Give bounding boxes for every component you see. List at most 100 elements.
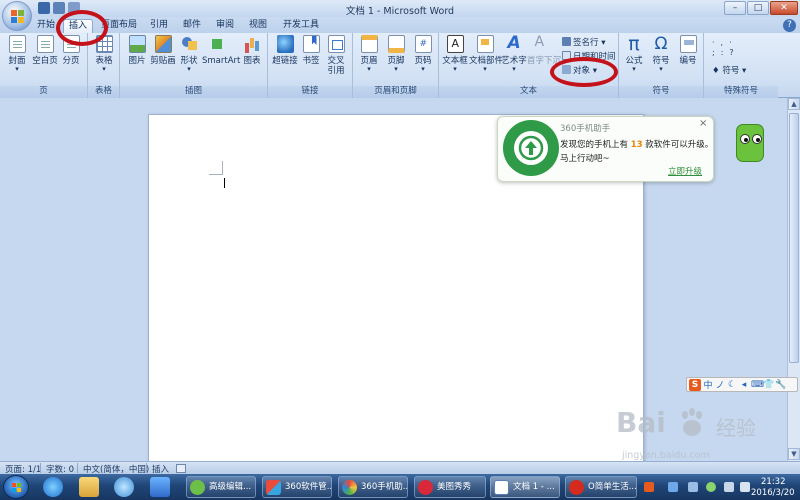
tab-mailings[interactable]: 邮件	[180, 19, 204, 33]
drop-cap-button[interactable]: 首字下沉	[527, 34, 561, 66]
equation-button[interactable]: π 公式 ▾	[621, 35, 647, 73]
minimize-button[interactable]: –	[724, 1, 746, 15]
blank-page-button[interactable]: 空白页	[31, 35, 59, 66]
status-separator	[40, 463, 41, 473]
task-label: 美图秀秀	[437, 482, 472, 492]
shapes-icon	[181, 35, 198, 53]
arrow-up-icon	[518, 135, 544, 161]
status-bar: 页面: 1/1 字数: 0 中文(简体，中国) 插入	[0, 461, 800, 475]
special-symbol-grid-icon[interactable]: ·,·;:?	[712, 38, 740, 58]
start-button[interactable]	[3, 475, 29, 499]
window-title: 文档 1 - Microsoft Word	[345, 6, 455, 17]
baidu-cloud-icon[interactable]	[150, 477, 170, 497]
tab-review[interactable]: 审阅	[213, 19, 237, 33]
ie-icon[interactable]	[43, 477, 63, 497]
ime-punctuation-icon[interactable]: ノ	[715, 378, 725, 391]
ime-chinese-mode[interactable]: 中	[703, 378, 713, 391]
task-simple-life[interactable]: O简单生活...	[565, 476, 637, 498]
smartart-icon	[212, 35, 229, 53]
cover-page-button[interactable]: 封面 ▾	[4, 35, 30, 73]
wordart-button[interactable]: 艺术字▾	[501, 33, 527, 73]
maximize-button[interactable]: □	[747, 1, 769, 15]
help-icon[interactable]: ?	[783, 19, 796, 32]
special-symbol-button[interactable]: ♦ 符号 ▾	[712, 65, 746, 77]
blank-page-icon	[36, 35, 54, 53]
task-advanced-edit[interactable]: 高级编辑...	[186, 476, 256, 498]
watermark-url: jingyan.baidu.com	[622, 450, 710, 461]
office-button[interactable]	[2, 1, 32, 31]
tray-volume-icon[interactable]	[724, 482, 734, 492]
status-separator	[77, 463, 78, 473]
update-count: 13	[630, 140, 643, 150]
symbol-button[interactable]: Ω 符号 ▾	[648, 35, 674, 73]
cross-reference-button[interactable]: 交叉 引用	[324, 35, 348, 76]
ime-voice-icon[interactable]: ◂	[739, 380, 749, 390]
task-meitu[interactable]: 美图秀秀	[414, 476, 486, 498]
task-label: O简单生活...	[588, 482, 637, 492]
sogou-logo-icon: S	[689, 378, 701, 391]
notification-popup: 360手机助手 发现您的手机上有 13 款软件可以升级。 马上行动吧~ 立即升级…	[497, 116, 714, 182]
mascot-eye-left	[740, 134, 750, 144]
assistant-mascot-icon[interactable]	[733, 120, 767, 164]
header-button[interactable]: 页眉 ▾	[357, 35, 381, 73]
smartart-button[interactable]: SmartArt	[202, 35, 240, 66]
cover-page-icon	[8, 35, 26, 53]
upgrade-now-link[interactable]: 立即升级	[668, 165, 702, 177]
explorer-icon[interactable]	[79, 477, 99, 497]
quick-parts-button[interactable]: 文档部件 ▾	[469, 35, 503, 73]
page-number-button[interactable]: 页码▾	[411, 35, 435, 73]
task-icon-meitu	[418, 480, 433, 495]
text-box-button[interactable]: 文本框▾	[441, 35, 469, 73]
title-bar: 文档 1 - Microsoft Word – □ ✕	[0, 0, 800, 31]
page-number-icon	[414, 35, 432, 53]
scroll-up-icon[interactable]: ▲	[788, 98, 800, 110]
tray-sogou-icon[interactable]	[644, 482, 654, 492]
ime-tools-icon[interactable]: 🔧	[775, 380, 786, 390]
header-icon	[360, 35, 378, 53]
office-logo-icon	[11, 10, 24, 23]
task-label: 360软件管...	[285, 482, 332, 492]
upgrade-badge-inner	[514, 131, 548, 165]
ime-skin-icon[interactable]: 👕	[763, 380, 774, 390]
task-360-phone[interactable]: 360手机助...	[338, 476, 408, 498]
tab-references[interactable]: 引用	[147, 19, 171, 33]
picture-icon	[128, 35, 146, 53]
close-button[interactable]: ✕	[770, 1, 798, 15]
chart-button[interactable]: 图表	[240, 35, 264, 66]
group-label-special: 特殊符号	[704, 86, 778, 98]
tray-360-icon[interactable]	[706, 482, 716, 492]
ime-moon-icon[interactable]: ☾	[727, 380, 737, 390]
clock-time[interactable]: 21:32	[761, 477, 786, 487]
scroll-thumb[interactable]	[789, 113, 799, 363]
picture-button[interactable]: 图片	[125, 35, 149, 66]
tray-flag-icon[interactable]	[740, 482, 750, 492]
baidu-jingyan-watermark: Bai 经验 jingyan.baidu.com	[616, 406, 796, 466]
ime-toolbar[interactable]: S 中 ノ ☾ ◂ ⌨ 👕 🔧	[686, 377, 798, 392]
footer-button[interactable]: 页脚 ▾	[384, 35, 408, 73]
task-icon-360-phone	[342, 480, 357, 495]
clock-date[interactable]: 2016/3/20	[751, 488, 795, 498]
popup-close-icon[interactable]: ×	[699, 118, 707, 129]
signature-line-button[interactable]: 签名行 ▾	[562, 37, 605, 49]
number-button[interactable]: 编号	[675, 35, 701, 66]
tray-network-icon[interactable]	[668, 482, 678, 492]
shapes-button[interactable]: 形状 ▾	[177, 35, 201, 73]
wordart-icon	[506, 33, 523, 53]
number-icon	[679, 35, 697, 53]
tab-developer[interactable]: 开发工具	[281, 19, 321, 33]
tab-view[interactable]: 视图	[246, 19, 270, 33]
tab-home[interactable]: 开始	[34, 19, 58, 33]
task-360-software[interactable]: 360软件管...	[262, 476, 332, 498]
pi-icon: π	[628, 33, 640, 55]
clip-art-button[interactable]: 剪贴画	[150, 35, 176, 66]
task-word-document[interactable]: 文档 1 - ...	[490, 476, 560, 498]
margin-mark-horizontal	[209, 174, 223, 175]
tray-shield-icon[interactable]	[688, 482, 698, 492]
group-label-links: 链接	[268, 86, 352, 98]
hyperlink-button[interactable]: 超链接	[271, 35, 299, 66]
macro-record-icon[interactable]	[176, 464, 186, 473]
ime-keyboard-icon[interactable]: ⌨	[751, 380, 764, 390]
group-label-illustrations: 插图	[120, 86, 267, 98]
qq-icon[interactable]	[114, 477, 134, 497]
bookmark-button[interactable]: 书签	[300, 35, 322, 66]
